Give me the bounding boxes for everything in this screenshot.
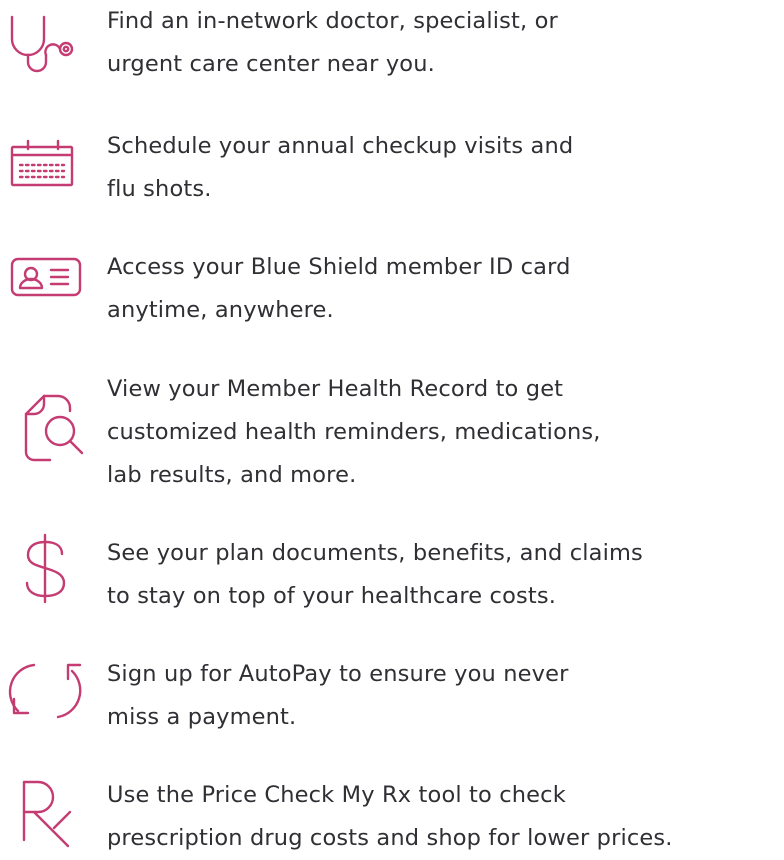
item-line: View your Member Health Record to get	[107, 376, 564, 402]
item-text: Access your Blue Shield member ID card a…	[107, 246, 779, 332]
item-text: See your plan documents, benefits, and c…	[107, 532, 779, 618]
item-line: miss a payment.	[107, 704, 297, 730]
calendar-icon	[6, 125, 82, 201]
item-line: prescription drug costs and shop for low…	[107, 825, 673, 851]
item-text: Use the Price Check My Rx tool to check …	[107, 774, 779, 860]
item-line: anytime, anywhere.	[107, 297, 334, 323]
item-text: Find an in-network doctor, specialist, o…	[107, 0, 779, 86]
dollar-sign-icon	[6, 530, 82, 606]
item-line: to stay on top of your healthcare costs.	[107, 583, 557, 609]
item-line: Find an in-network doctor, specialist, o…	[107, 8, 558, 34]
item-text: Sign up for AutoPay to ensure you never …	[107, 653, 779, 739]
item-line: Schedule your annual checkup visits and	[107, 133, 574, 159]
item-line: Use the Price Check My Rx tool to check	[107, 782, 566, 808]
rx-prescription-icon	[6, 770, 82, 848]
id-card-icon	[6, 243, 82, 319]
item-line: urgent care center near you.	[107, 51, 435, 77]
stethoscope-icon	[6, 3, 82, 79]
item-text: Schedule your annual checkup visits and …	[107, 125, 779, 211]
feature-list: Find an in-network doctor, specialist, o…	[0, 0, 784, 857]
item-line: Sign up for AutoPay to ensure you never	[107, 661, 569, 687]
document-search-icon	[6, 389, 84, 465]
refresh-cycle-icon	[6, 651, 82, 727]
item-line: flu shots.	[107, 176, 212, 202]
item-line: Access your Blue Shield member ID card	[107, 254, 571, 280]
item-text: View your Member Health Record to get cu…	[107, 368, 779, 497]
item-line: See your plan documents, benefits, and c…	[107, 540, 643, 566]
item-line: customized health reminders, medications…	[107, 419, 601, 445]
item-line: lab results, and more.	[107, 462, 357, 488]
